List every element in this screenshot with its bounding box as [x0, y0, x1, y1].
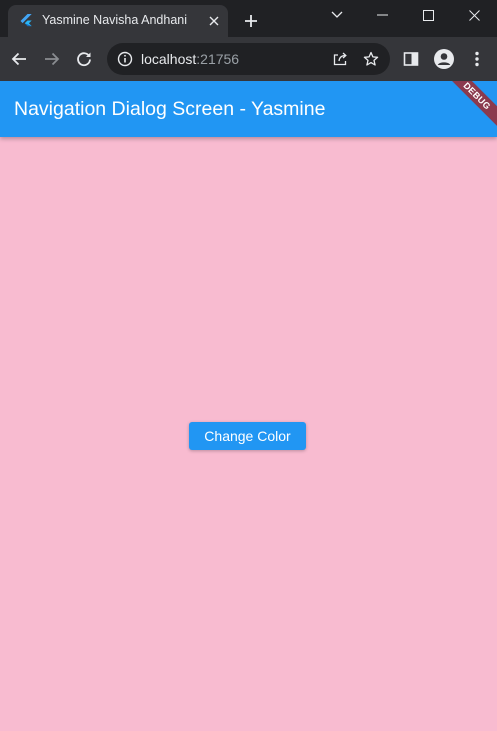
kebab-menu-icon	[475, 51, 479, 67]
address-bar[interactable]: localhost:21756	[107, 43, 390, 75]
minimize-icon	[376, 14, 388, 16]
minimize-button[interactable]	[359, 0, 405, 30]
tab-search-button[interactable]	[314, 0, 360, 30]
reload-button[interactable]	[70, 45, 98, 73]
browser-toolbar: localhost:21756	[0, 37, 497, 81]
back-button[interactable]	[5, 45, 33, 73]
menu-button[interactable]	[463, 45, 491, 73]
tab-title: Yasmine Navisha Andhani	[42, 13, 187, 27]
side-panel-button[interactable]	[397, 45, 425, 73]
app-page: Navigation Dialog Screen - Yasmine DEBUG…	[0, 81, 497, 731]
close-icon	[209, 16, 219, 26]
share-button[interactable]	[329, 48, 351, 70]
profile-icon	[434, 49, 454, 69]
tab-strip: Yasmine Navisha Andhani	[0, 0, 497, 37]
chevron-down-icon	[331, 11, 343, 18]
page-title: Navigation Dialog Screen - Yasmine	[14, 98, 326, 120]
app-bar: Navigation Dialog Screen - Yasmine	[0, 81, 497, 137]
change-color-button[interactable]: Change Color	[189, 422, 306, 450]
new-tab-button[interactable]	[239, 9, 263, 33]
forward-arrow-icon	[45, 52, 60, 66]
star-icon	[363, 51, 379, 66]
url-host: localhost	[141, 51, 197, 67]
close-icon	[468, 9, 480, 21]
window-close-button[interactable]	[451, 0, 497, 30]
url-text[interactable]: localhost:21756	[141, 51, 239, 67]
share-icon	[333, 52, 347, 66]
maximize-icon	[422, 9, 434, 21]
reload-icon	[77, 52, 91, 67]
maximize-button[interactable]	[405, 0, 451, 30]
plus-icon	[245, 15, 257, 27]
side-panel-icon	[403, 52, 419, 66]
back-arrow-icon	[11, 52, 26, 66]
flutter-icon	[20, 14, 32, 27]
browser-tab[interactable]: Yasmine Navisha Andhani	[8, 5, 228, 37]
info-icon	[117, 51, 133, 67]
bookmark-button[interactable]	[360, 48, 382, 70]
site-info-button[interactable]	[115, 49, 135, 69]
url-port: :21756	[196, 51, 240, 67]
tab-close-button[interactable]	[204, 11, 224, 31]
profile-button[interactable]	[430, 45, 458, 73]
forward-button[interactable]	[38, 45, 66, 73]
